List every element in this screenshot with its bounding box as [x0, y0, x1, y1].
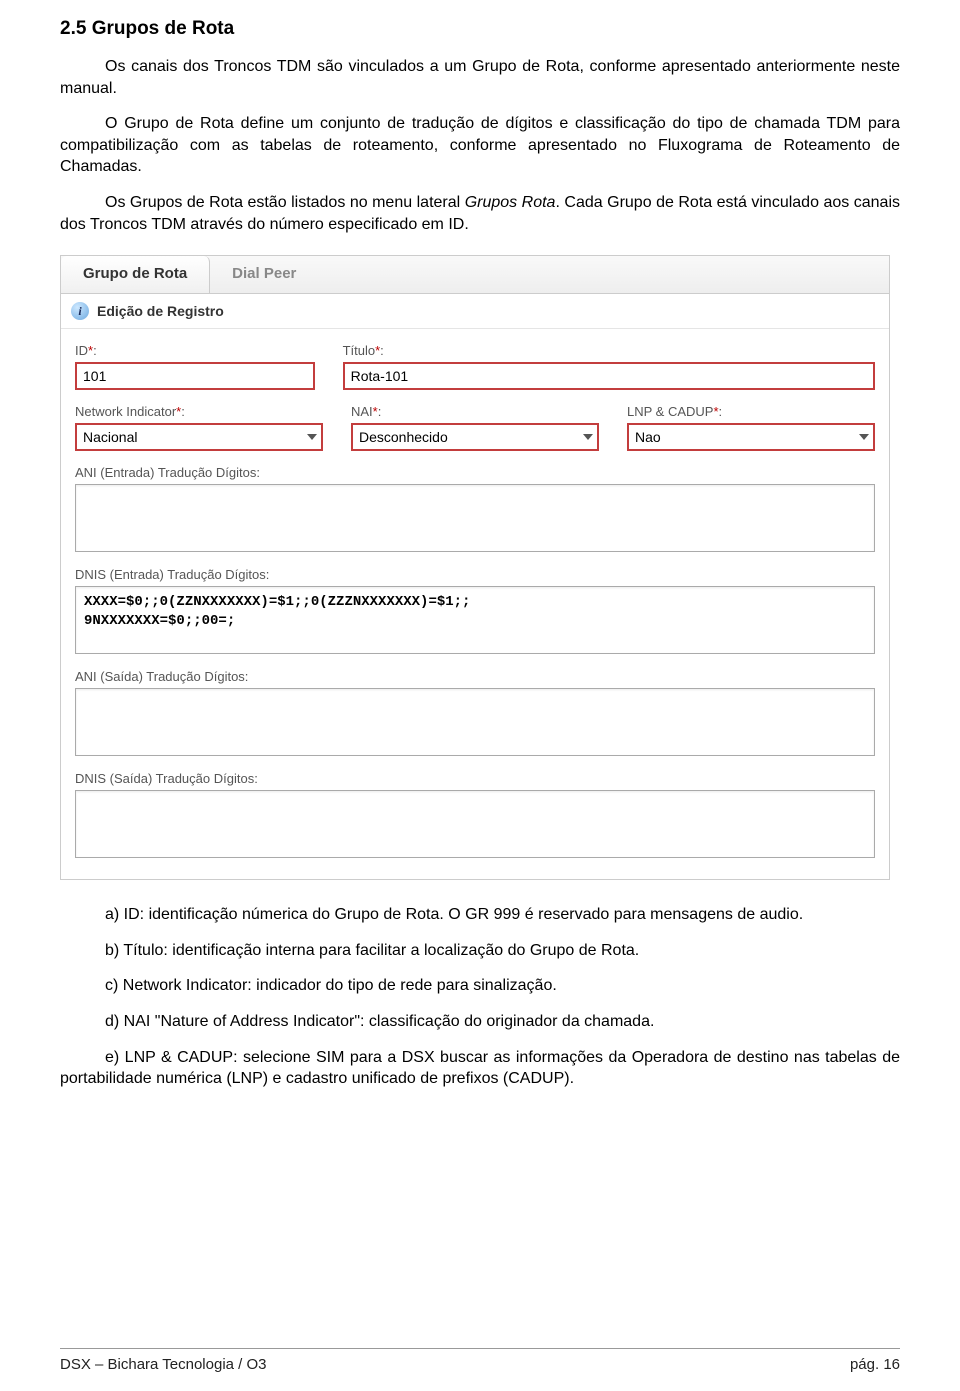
- footer-right: pág. 16: [850, 1356, 900, 1373]
- label-ni-text: Network Indicator: [75, 404, 176, 419]
- col-ni: Network Indicator*:: [75, 404, 323, 451]
- label-colon: :: [719, 404, 723, 419]
- row-1: ID*: Título*:: [75, 343, 875, 390]
- label-titulo-text: Título: [343, 343, 376, 358]
- label-nai-text: NAI: [351, 404, 373, 419]
- label-id-text: ID: [75, 343, 88, 358]
- ni-select[interactable]: [75, 423, 323, 451]
- dnis-out-textarea[interactable]: [75, 790, 875, 858]
- nai-select[interactable]: [351, 423, 599, 451]
- nai-select-wrap: [351, 423, 599, 451]
- item-b: b) Título: identificação interna para fa…: [60, 940, 900, 962]
- item-c: c) Network Indicator: indicador do tipo …: [60, 975, 900, 997]
- chevron-down-icon: [307, 434, 317, 440]
- label-dnis-in: DNIS (Entrada) Tradução Dígitos:: [75, 567, 875, 582]
- label-lnp-text: LNP & CADUP: [627, 404, 713, 419]
- label-dnis-out: DNIS (Saída) Tradução Dígitos:: [75, 771, 875, 786]
- paragraph-1: Os canais dos Troncos TDM são vinculados…: [60, 56, 900, 99]
- label-colon: :: [181, 404, 185, 419]
- label-nai: NAI*:: [351, 404, 599, 419]
- ni-select-wrap: [75, 423, 323, 451]
- col-nai: NAI*:: [351, 404, 599, 451]
- chevron-down-icon: [583, 434, 593, 440]
- chevron-down-icon: [859, 434, 869, 440]
- section-heading: 2.5 Grupos de Rota: [60, 18, 900, 40]
- tab-dial-peer[interactable]: Dial Peer: [210, 256, 318, 293]
- label-ani-in: ANI (Entrada) Tradução Dígitos:: [75, 465, 875, 480]
- label-lnp: LNP & CADUP*:: [627, 404, 875, 419]
- item-e: e) LNP & CADUP: selecione SIM para a DSX…: [60, 1047, 900, 1090]
- lnp-select-wrap: [627, 423, 875, 451]
- titulo-input[interactable]: [343, 362, 875, 390]
- item-d: d) NAI "Nature of Address Indicator": cl…: [60, 1011, 900, 1033]
- label-colon: :: [93, 343, 97, 358]
- registry-title: Edição de Registro: [97, 303, 224, 319]
- paragraph-3-a: Os Grupos de Rota estão listados no menu…: [105, 194, 465, 211]
- dnis-in-textarea[interactable]: [75, 586, 875, 654]
- col-titulo: Título*:: [343, 343, 875, 390]
- form-screenshot: Grupo de Rota Dial Peer i Edição de Regi…: [60, 255, 890, 880]
- tab-grupo-rota[interactable]: Grupo de Rota: [61, 256, 210, 293]
- label-ni: Network Indicator*:: [75, 404, 323, 419]
- col-lnp: LNP & CADUP*:: [627, 404, 875, 451]
- page-footer: DSX – Bichara Tecnologia / O3 pág. 16: [60, 1356, 900, 1373]
- label-id: ID*:: [75, 343, 315, 358]
- registry-row: i Edição de Registro: [61, 294, 889, 329]
- label-ani-out: ANI (Saída) Tradução Dígitos:: [75, 669, 875, 684]
- lnp-select[interactable]: [627, 423, 875, 451]
- form-area: ID*: Título*: Network Indicator*:: [61, 329, 889, 879]
- footer-left: DSX – Bichara Tecnologia / O3: [60, 1356, 267, 1373]
- id-input[interactable]: [75, 362, 315, 390]
- row-2: Network Indicator*: NAI*: LNP & CADU: [75, 404, 875, 451]
- info-icon: i: [71, 302, 89, 320]
- label-colon: :: [380, 343, 384, 358]
- paragraph-3-italic: Grupos Rota: [465, 194, 556, 211]
- col-id: ID*:: [75, 343, 315, 390]
- footer-rule: [60, 1348, 900, 1349]
- ani-out-textarea[interactable]: [75, 688, 875, 756]
- item-a: a) ID: identificação númerica do Grupo d…: [60, 904, 900, 926]
- label-colon: :: [378, 404, 382, 419]
- label-titulo: Título*:: [343, 343, 875, 358]
- paragraph-2: O Grupo de Rota define um conjunto de tr…: [60, 113, 900, 178]
- ani-in-textarea[interactable]: [75, 484, 875, 552]
- paragraph-3: Os Grupos de Rota estão listados no menu…: [60, 192, 900, 235]
- tab-bar: Grupo de Rota Dial Peer: [61, 256, 889, 294]
